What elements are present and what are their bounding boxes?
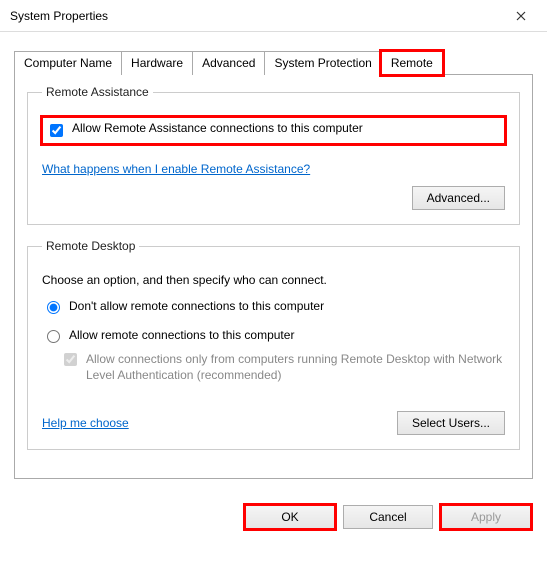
close-icon: [516, 11, 526, 21]
remote-assistance-group: Remote Assistance Allow Remote Assistanc…: [27, 85, 520, 225]
nla-row: Allow connections only from computers ru…: [60, 351, 505, 383]
radio-disallow-remote[interactable]: [47, 301, 60, 314]
remote-desktop-instruction: Choose an option, and then specify who c…: [42, 273, 505, 287]
tab-panel-remote: Remote Assistance Allow Remote Assistanc…: [14, 74, 533, 479]
apply-button[interactable]: Apply: [441, 505, 531, 529]
remote-assistance-help-link[interactable]: What happens when I enable Remote Assist…: [42, 162, 310, 176]
remote-assistance-advanced-button[interactable]: Advanced...: [412, 186, 505, 210]
radio-allow-label: Allow remote connections to this compute…: [69, 328, 294, 342]
nla-checkbox: [64, 353, 77, 366]
close-button[interactable]: [501, 2, 541, 30]
tab-remote[interactable]: Remote: [381, 51, 443, 75]
remote-desktop-legend: Remote Desktop: [42, 239, 139, 253]
tab-advanced[interactable]: Advanced: [192, 51, 265, 75]
radio-allow-remote[interactable]: [47, 330, 60, 343]
tab-strip: Computer Name Hardware Advanced System P…: [14, 50, 533, 74]
nla-label: Allow connections only from computers ru…: [86, 351, 505, 383]
radio-row-disallow: Don't allow remote connections to this c…: [42, 299, 505, 314]
remote-desktop-group: Remote Desktop Choose an option, and the…: [27, 239, 520, 450]
titlebar: System Properties: [0, 0, 547, 32]
radio-row-allow: Allow remote connections to this compute…: [42, 328, 505, 343]
select-users-button[interactable]: Select Users...: [397, 411, 505, 435]
ok-button[interactable]: OK: [245, 505, 335, 529]
allow-remote-assistance-label: Allow Remote Assistance connections to t…: [72, 121, 363, 135]
allow-remote-assistance-row: Allow Remote Assistance connections to t…: [42, 117, 505, 144]
help-me-choose-link[interactable]: Help me choose: [42, 416, 129, 430]
tab-computer-name[interactable]: Computer Name: [14, 51, 122, 75]
window-title: System Properties: [10, 9, 108, 23]
tab-hardware[interactable]: Hardware: [121, 51, 193, 75]
dialog-footer: OK Cancel Apply: [0, 493, 547, 541]
cancel-button[interactable]: Cancel: [343, 505, 433, 529]
tab-system-protection[interactable]: System Protection: [264, 51, 381, 75]
allow-remote-assistance-checkbox[interactable]: [50, 124, 63, 137]
remote-assistance-legend: Remote Assistance: [42, 85, 153, 99]
radio-disallow-label: Don't allow remote connections to this c…: [69, 299, 324, 313]
